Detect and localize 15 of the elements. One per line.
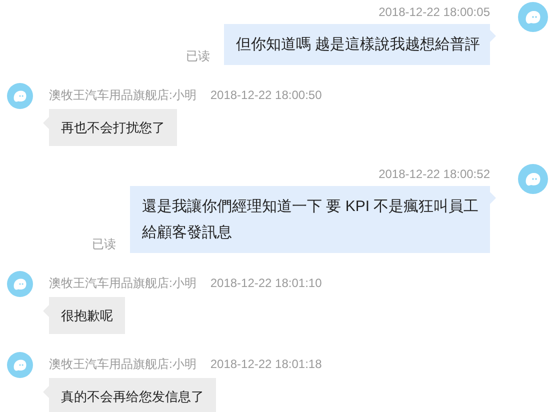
- timestamp: 2018-12-22 18:00:52: [378, 167, 490, 181]
- avatar-icon: [518, 2, 548, 32]
- avatar-icon: [518, 164, 548, 194]
- avatar-icon: [7, 352, 33, 378]
- read-status: 已读: [92, 237, 116, 251]
- read-status: 已读: [186, 49, 210, 63]
- sender-name: 澳牧王汽车用品旗舰店:小明: [49, 88, 196, 102]
- timestamp: 2018-12-22 18:00:50: [210, 88, 322, 102]
- timestamp: 2018-12-22 18:01:18: [210, 357, 322, 371]
- sender-name: 澳牧王汽车用品旗舰店:小明: [49, 357, 196, 371]
- timestamp: 2018-12-22 18:01:10: [210, 276, 322, 290]
- avatar-icon: [7, 271, 33, 297]
- sender-name: 澳牧王汽车用品旗舰店:小明: [49, 276, 196, 290]
- timestamp: 2018-12-22 18:00:05: [378, 5, 490, 19]
- avatar-icon: [7, 83, 33, 109]
